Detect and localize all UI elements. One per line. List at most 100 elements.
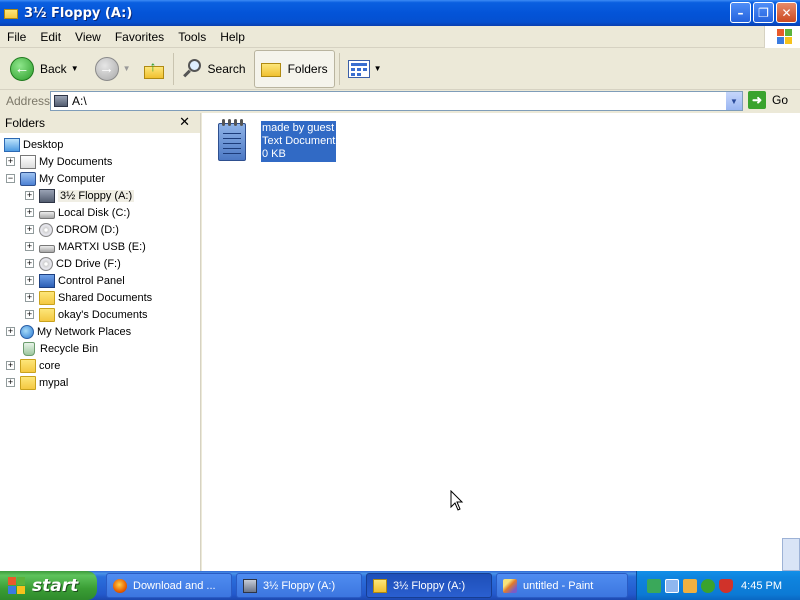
tree-item-shared-documents[interactable]: + Shared Documents	[25, 289, 152, 306]
network-tray-icon[interactable]	[647, 578, 661, 593]
maximize-button[interactable]: ❐	[753, 2, 774, 23]
taskbar-button-label: untitled - Paint	[523, 579, 594, 592]
search-button[interactable]: Search	[178, 51, 250, 87]
tools-tray-icon[interactable]	[683, 578, 697, 593]
forward-button[interactable]: → ▼	[91, 51, 135, 87]
tree-item-desktop[interactable]: Desktop	[4, 136, 63, 153]
expand-icon[interactable]: +	[25, 276, 34, 285]
menu-favorites[interactable]: Favorites	[108, 30, 171, 44]
back-label: Back	[40, 61, 67, 76]
file-list-area[interactable]: made by guest Text Document 0 KB	[202, 113, 800, 571]
tree-item-my-documents[interactable]: + My Documents	[6, 153, 112, 170]
tree-item-my-computer[interactable]: − My Computer	[6, 170, 105, 187]
close-pane-icon[interactable]: ✕	[179, 114, 190, 130]
expand-icon[interactable]: +	[25, 208, 34, 217]
taskbar-button-label: 3½ Floppy (A:)	[263, 579, 336, 592]
scrollbar[interactable]	[782, 538, 800, 571]
close-icon: ✕	[781, 5, 792, 20]
folders-button[interactable]: Folders	[253, 49, 335, 88]
tree-item-network-places[interactable]: + My Network Places	[6, 323, 131, 340]
tree-item-cd-drive[interactable]: + CD Drive (F:)	[25, 255, 121, 272]
folder-icon	[20, 375, 36, 390]
windows-flag-icon	[8, 576, 26, 595]
tree-item-mypal[interactable]: + mypal	[6, 374, 68, 391]
security-shield-icon[interactable]	[719, 578, 733, 593]
go-button[interactable]: ➜ Go	[748, 91, 788, 109]
tree-item-label: okay's Documents	[58, 308, 148, 321]
tree-item-usb[interactable]: + MARTXI USB (E:)	[25, 238, 146, 255]
menu-file[interactable]: File	[0, 30, 33, 44]
menu-view[interactable]: View	[68, 30, 108, 44]
views-button[interactable]: ▼	[344, 51, 386, 87]
tree-item-cdrom[interactable]: + CDROM (D:)	[25, 221, 119, 238]
file-name: made by guest	[262, 122, 335, 134]
menu-edit[interactable]: Edit	[33, 30, 68, 44]
tree-item-local-disk[interactable]: + Local Disk (C:)	[25, 204, 130, 221]
start-button[interactable]: start	[0, 571, 97, 600]
cd-drive-icon	[39, 256, 53, 271]
recycle-bin-icon	[23, 341, 35, 356]
close-button[interactable]: ✕	[776, 2, 797, 23]
desktop-icon	[4, 137, 20, 152]
go-arrow-icon: ➜	[748, 91, 766, 109]
expand-icon[interactable]: +	[25, 225, 34, 234]
file-item[interactable]: made by guest Text Document 0 KB	[216, 119, 337, 162]
tree-item-label: 3½ Floppy (A:)	[58, 189, 135, 202]
floppy-drive-icon	[243, 578, 257, 593]
collapse-icon[interactable]: −	[6, 174, 15, 183]
floppy-drive-icon	[54, 95, 68, 107]
address-label: Address	[6, 94, 51, 108]
expand-icon[interactable]: +	[25, 242, 34, 251]
tree-item-control-panel[interactable]: + Control Panel	[25, 272, 125, 289]
folder-icon	[4, 6, 20, 20]
menu-help[interactable]: Help	[213, 30, 252, 44]
address-dropdown-button[interactable]: ▼	[725, 92, 742, 110]
taskbar-button-floppy-2[interactable]: 3½ Floppy (A:)	[366, 573, 492, 598]
tree-item-floppy[interactable]: + 3½ Floppy (A:)	[25, 187, 135, 204]
expand-icon[interactable]: +	[25, 259, 34, 268]
title-bar[interactable]: 3½ Floppy (A:) – ❐ ✕	[0, 0, 800, 26]
expand-icon[interactable]: +	[6, 378, 15, 387]
start-label: start	[32, 575, 79, 596]
expand-icon[interactable]: +	[25, 191, 34, 200]
taskbar-button-floppy-1[interactable]: 3½ Floppy (A:)	[236, 573, 362, 598]
tree-item-label: Recycle Bin	[40, 342, 99, 355]
update-tray-icon[interactable]	[701, 578, 715, 593]
views-dropdown-icon[interactable]: ▼	[374, 64, 382, 73]
up-folder-icon: ↑	[143, 58, 165, 80]
display-tray-icon[interactable]	[665, 578, 679, 593]
clock[interactable]: 4:45 PM	[741, 580, 782, 592]
toolbar-separator	[338, 52, 340, 85]
tree-item-core[interactable]: + core	[6, 357, 60, 374]
network-places-icon	[20, 324, 34, 339]
back-arrow-icon: ←	[10, 56, 34, 81]
tree-item-label: Control Panel	[58, 274, 125, 287]
minimize-button[interactable]: –	[730, 2, 751, 23]
expand-icon[interactable]: +	[6, 361, 15, 370]
taskbar-button-paint[interactable]: untitled - Paint	[496, 573, 628, 598]
taskbar-button-firefox[interactable]: Download and ...	[106, 573, 232, 598]
address-input[interactable]: A:\ ▼	[50, 91, 743, 111]
forward-arrow-icon: →	[94, 56, 119, 81]
tree-item-recycle-bin[interactable]: Recycle Bin	[23, 340, 98, 357]
back-dropdown-icon[interactable]: ▼	[71, 64, 79, 73]
forward-dropdown-icon[interactable]: ▼	[123, 64, 131, 73]
back-button[interactable]: ← Back ▼	[6, 51, 83, 87]
expand-icon[interactable]: +	[25, 293, 34, 302]
taskbar-button-label: Download and ...	[133, 579, 216, 592]
taskbar-button-label: 3½ Floppy (A:)	[393, 579, 466, 592]
firefox-icon	[113, 578, 127, 593]
my-computer-icon	[20, 171, 36, 186]
tree-item-okays-documents[interactable]: + okay's Documents	[25, 306, 148, 323]
menu-tools[interactable]: Tools	[171, 30, 213, 44]
up-folder-button[interactable]: ↑	[139, 51, 169, 87]
tree-item-label: CD Drive (F:)	[56, 257, 121, 270]
folders-pane: Folders ✕ Desktop + My Documents − My Co…	[0, 113, 201, 571]
expand-icon[interactable]: +	[25, 310, 34, 319]
tree-item-label: My Network Places	[37, 325, 132, 338]
tree-item-label: Shared Documents	[58, 291, 153, 304]
expand-icon[interactable]: +	[6, 157, 15, 166]
chevron-down-icon: ▼	[730, 96, 738, 106]
my-documents-icon	[20, 154, 36, 169]
expand-icon[interactable]: +	[6, 327, 15, 336]
